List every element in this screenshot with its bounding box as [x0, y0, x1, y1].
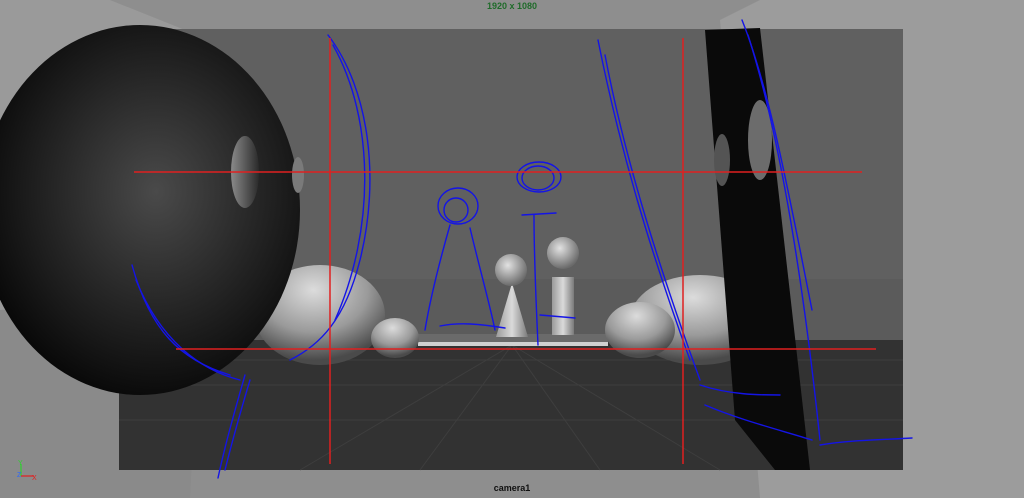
axis-gizmo: Y Z X: [17, 460, 37, 482]
cylinder-figure: [552, 277, 574, 335]
scene-render: [0, 0, 1024, 498]
z-axis-label: Z: [17, 472, 22, 479]
camera-viewport[interactable]: 1920 x 1080 camera1 Y Z X: [0, 0, 1024, 498]
resolution-label: 1920 x 1080: [486, 1, 538, 11]
x-axis-label: X: [32, 475, 37, 482]
y-axis-label: Y: [18, 460, 23, 467]
camera-name-label: camera1: [493, 483, 531, 493]
